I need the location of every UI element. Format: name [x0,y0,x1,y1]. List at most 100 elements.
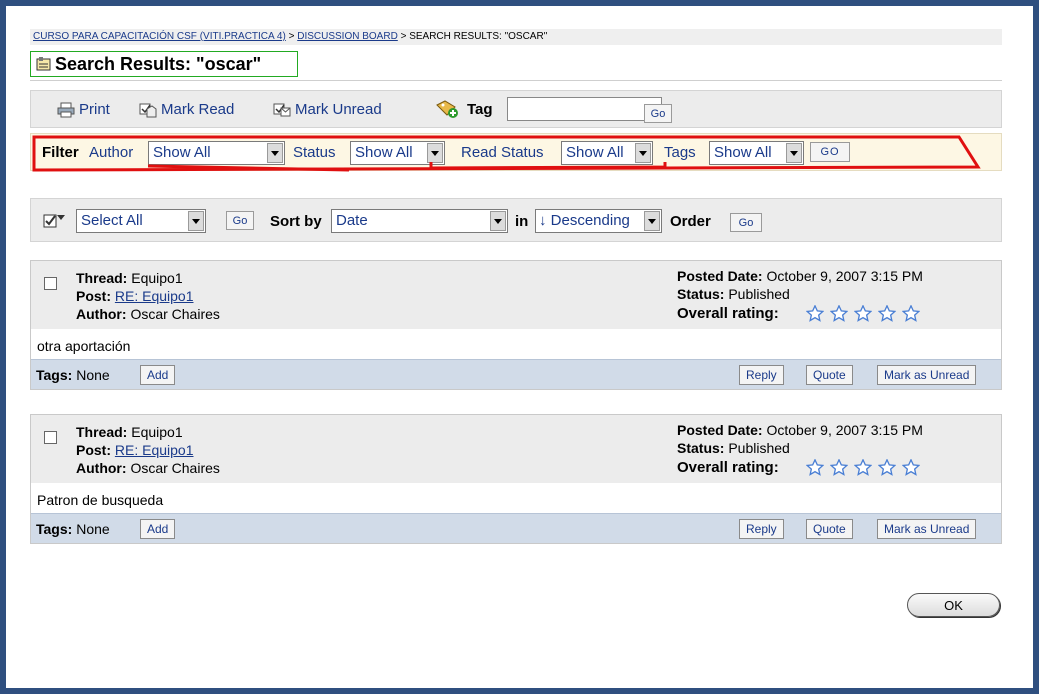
filter-go-button[interactable]: GO [810,142,850,162]
star-icon[interactable] [806,459,824,476]
mark-read-icon [139,103,157,117]
chevron-down-icon [427,143,443,163]
status-select[interactable]: Show All [350,141,445,165]
add-tag-button[interactable]: Add [140,519,176,539]
reply-button[interactable]: Reply [739,365,784,385]
tag-go-button[interactable]: Go [644,104,672,123]
post-body: Patron de busqueda [31,483,1001,513]
post-line: Post: RE: Equipo1 [76,287,194,305]
chevron-down-icon [188,211,204,231]
action-toolbar: Print Mark Read Mark Unread Tag Go [30,90,1002,128]
star-rating[interactable] [806,459,920,476]
filter-label: Filter [42,144,79,161]
select-go-button[interactable]: Go [226,211,254,230]
breadcrumb-board-link[interactable]: DISCUSSION BOARD [297,31,398,42]
author-select[interactable]: Show All [148,141,285,165]
thread-line: Thread: Equipo1 [76,423,183,441]
thread-label: Thread: [76,424,128,440]
select-all-value: Select All [81,212,143,229]
star-icon[interactable] [830,459,848,476]
star-icon[interactable] [830,305,848,322]
filter-bar: Filter Author Show All Status Show All R… [30,133,1002,172]
posted-date-label: Posted Date: [677,422,763,438]
tag-add-icon[interactable] [435,99,459,119]
post-checkbox[interactable] [44,431,57,444]
reply-button[interactable]: Reply [739,519,784,539]
star-icon[interactable] [854,459,872,476]
sort-field-value: Date [336,212,368,229]
chevron-down-icon [644,211,660,231]
mark-unread-button[interactable]: Mark Unread [273,101,382,118]
posted-date-line: Posted Date: October 9, 2007 3:15 PM [677,421,923,439]
title-divider [30,80,1002,81]
quote-button[interactable]: Quote [806,365,853,385]
status-select-value: Show All [355,144,413,161]
print-button[interactable]: Print [57,101,110,118]
status-label: Status [293,144,336,161]
breadcrumb-separator: > [288,31,295,42]
post-header: Thread: Equipo1 Post: RE: Equipo1 Author… [31,415,1001,483]
star-icon[interactable] [878,305,896,322]
status-line: Status: Published [677,439,790,457]
thread-line: Thread: Equipo1 [76,269,183,287]
rating-label: Overall rating: [677,305,779,322]
rating-line: Overall rating: [677,305,779,323]
breadcrumb-course-link[interactable]: CURSO PARA CAPACITACIÓN CSF (VITI.PRACTI… [33,31,286,42]
author-line: Author: Oscar Chaires [76,305,220,323]
tags-select-value: Show All [714,144,772,161]
mark-as-unread-button[interactable]: Mark as Unread [877,519,977,539]
quote-button[interactable]: Quote [806,519,853,539]
tag-input[interactable] [507,97,662,121]
select-all-dropdown[interactable]: Select All [76,209,206,233]
post-footer: Tags: None Add Reply Quote Mark as Unrea… [31,359,1001,389]
read-status-select[interactable]: Show All [561,141,653,165]
print-label: Print [79,101,110,118]
posted-date-value: October 9, 2007 3:15 PM [766,268,923,284]
star-icon[interactable] [902,459,920,476]
post-link[interactable]: RE: Equipo1 [115,288,194,304]
mark-unread-label: Mark Unread [295,101,382,118]
tags-label: Tags [664,144,696,161]
sort-bar: Select All Go Sort by Date in ↓ Descendi… [30,198,1002,242]
status-value: Published [728,440,790,456]
post-header: Thread: Equipo1 Post: RE: Equipo1 Author… [31,261,1001,329]
star-rating[interactable] [806,305,920,322]
thread-label: Thread: [76,270,128,286]
post-checkbox[interactable] [44,277,57,290]
author-line: Author: Oscar Chaires [76,459,220,477]
ok-button[interactable]: OK [907,593,1000,617]
post-label: Post: [76,442,111,458]
mark-as-unread-button[interactable]: Mark as Unread [877,365,977,385]
star-icon[interactable] [806,305,824,322]
read-status-select-value: Show All [566,144,624,161]
tags-value: None [76,367,110,383]
status-label: Status: [677,286,725,302]
author-value: Oscar Chaires [130,460,220,476]
mark-read-label: Mark Read [161,101,235,118]
read-status-label: Read Status [461,144,544,161]
sort-go-button[interactable]: Go [730,213,762,232]
star-icon[interactable] [854,305,872,322]
status-line: Status: Published [677,285,790,303]
mark-read-button[interactable]: Mark Read [139,101,234,118]
author-label: Author: [76,460,127,476]
star-icon[interactable] [878,459,896,476]
sort-field-select[interactable]: Date [331,209,508,233]
add-tag-button[interactable]: Add [140,365,176,385]
order-label: Order [670,213,711,230]
sort-order-select[interactable]: ↓ Descending [535,209,662,233]
select-items-icon [43,214,65,228]
author-label: Author [89,144,134,161]
author-label: Author: [76,306,127,322]
printer-icon [57,102,75,117]
post-link[interactable]: RE: Equipo1 [115,442,194,458]
chevron-down-icon [635,143,651,163]
thread-value: Equipo1 [131,424,183,440]
in-label: in [515,213,529,230]
status-value: Published [728,286,790,302]
star-icon[interactable] [902,305,920,322]
chevron-down-icon [490,211,506,231]
tags-select[interactable]: Show All [709,141,804,165]
post-label: Post: [76,288,111,304]
rating-label: Overall rating: [677,459,779,476]
